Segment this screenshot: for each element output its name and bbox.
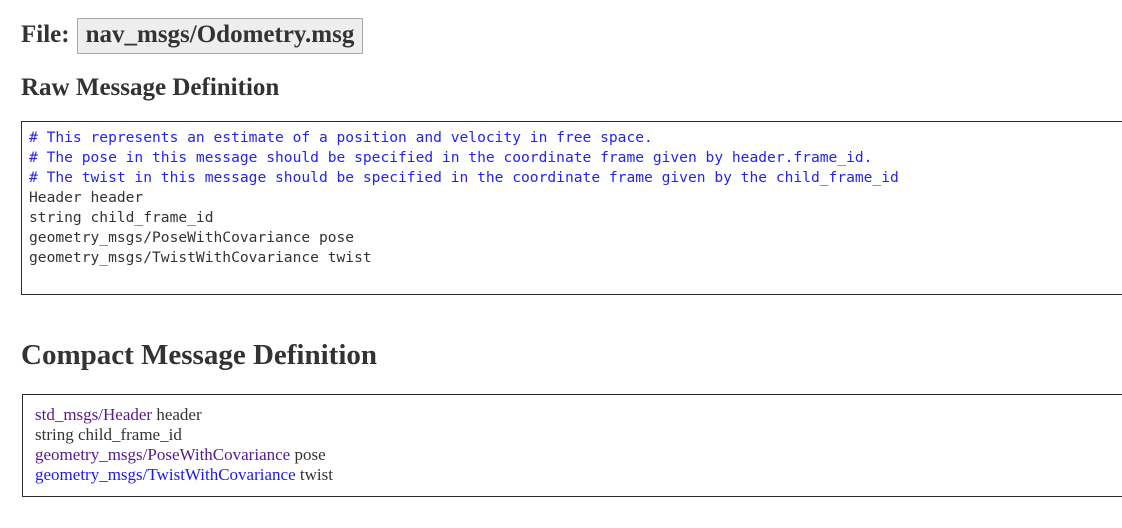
raw-message-definition-box: # This represents an estimate of a posit…: [21, 120, 1122, 295]
raw-line: geometry_msgs/TwistWithCovariance twist: [29, 248, 372, 266]
message-type-link[interactable]: geometry_msgs/TwistWithCovariance: [35, 465, 296, 484]
file-heading: File: nav_msgs/Odometry.msg: [0, 0, 1122, 54]
compact-line: geometry_msgs/TwistWithCovariance twist: [35, 465, 1122, 485]
raw-message-definition-text: # This represents an estimate of a posit…: [29, 128, 1122, 268]
file-name-box: nav_msgs/Odometry.msg: [76, 18, 364, 54]
compact-field-name: header: [152, 405, 202, 425]
compact-message-definition-heading: Compact Message Definition: [21, 338, 378, 371]
compact-field-name: twist: [295, 465, 333, 485]
raw-line: # The pose in this message should be spe…: [29, 148, 873, 166]
message-type-link[interactable]: geometry_msgs/PoseWithCovariance: [35, 445, 290, 464]
raw-line: # The twist in this message should be sp…: [29, 168, 899, 186]
raw-line: geometry_msgs/PoseWithCovariance pose: [29, 228, 355, 246]
page-root: File: nav_msgs/Odometry.msg Raw Message D…: [0, 0, 1122, 498]
compact-message-definition-box: std_msgs/Header header string child_frame…: [22, 394, 1122, 498]
compact-field-name: string child_frame_id: [35, 425, 182, 445]
raw-line: # This represents an estimate of a posit…: [29, 128, 653, 146]
raw-message-definition-heading: Raw Message Definition: [21, 74, 280, 101]
raw-line: string child_frame_id: [29, 208, 214, 226]
compact-line: string child_frame_id: [35, 425, 1122, 445]
compact-line: std_msgs/Header header: [35, 405, 1122, 425]
compact-line: geometry_msgs/PoseWithCovariance pose: [35, 445, 1122, 465]
message-type-link[interactable]: std_msgs/Header: [35, 405, 152, 424]
compact-field-name: pose: [290, 445, 326, 465]
file-label: File:: [21, 21, 70, 48]
raw-line: Header header: [29, 188, 144, 206]
